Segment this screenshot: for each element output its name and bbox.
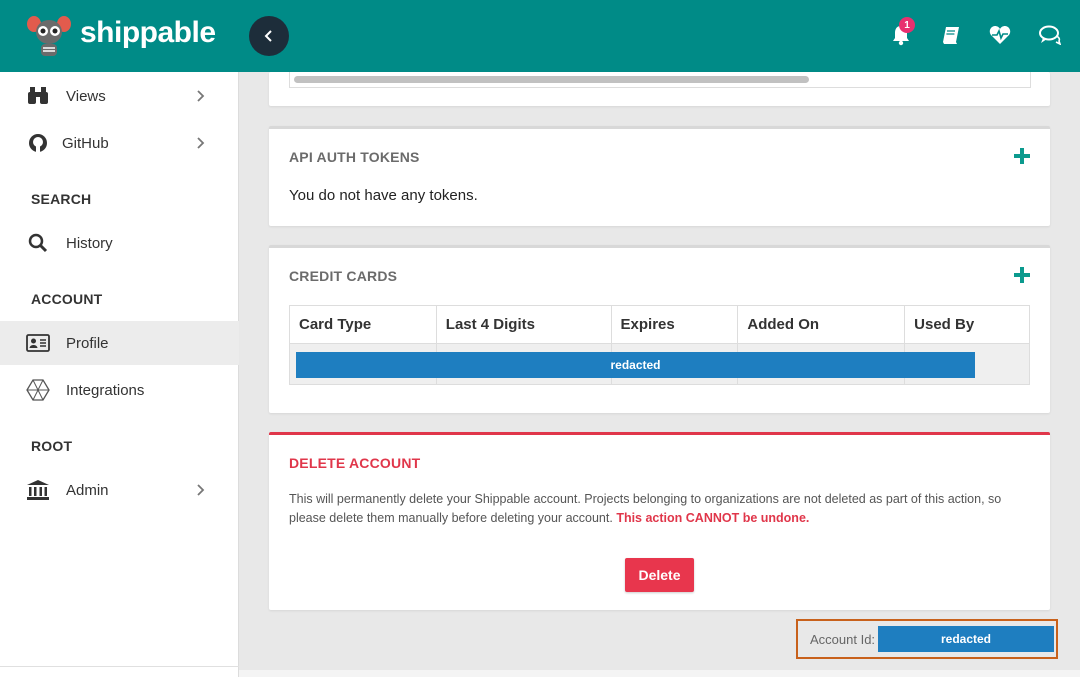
- chevron-left-icon: [264, 30, 272, 42]
- polyhedron-icon: [26, 379, 50, 401]
- chat-button[interactable]: [1037, 22, 1063, 48]
- chat-icon: [1039, 25, 1061, 45]
- binoculars-icon: [26, 85, 50, 107]
- top-header: shippable 1: [0, 0, 1080, 72]
- bank-icon: [26, 479, 50, 501]
- collapse-sidebar-button[interactable]: [249, 16, 289, 56]
- sidebar: Views GitHub SEARCH History ACCOUNT Prof…: [0, 72, 239, 677]
- credit-cards-card: CREDIT CARDS Card Type Last 4 Digits Exp…: [269, 245, 1050, 413]
- delete-account-card: DELETE ACCOUNT This will permanently del…: [269, 432, 1050, 610]
- sidebar-item-admin[interactable]: Admin: [0, 468, 239, 512]
- table-header-row: Card Type Last 4 Digits Expires Added On…: [289, 305, 1030, 345]
- heartbeat-icon: [989, 26, 1011, 44]
- delete-account-title: DELETE ACCOUNT: [289, 455, 421, 471]
- docs-button[interactable]: [938, 22, 964, 48]
- notification-count-badge: 1: [899, 17, 915, 33]
- api-auth-tokens-card: API AUTH TOKENS You do not have any toke…: [269, 126, 1050, 226]
- sidebar-item-integrations[interactable]: Integrations: [0, 368, 239, 412]
- add-token-plus-icon[interactable]: [1014, 148, 1030, 164]
- credit-cards-title: CREDIT CARDS: [289, 268, 398, 284]
- sidebar-item-label: History: [66, 234, 113, 252]
- redacted-card-row: redacted: [296, 352, 975, 378]
- section-heading-search: SEARCH: [31, 191, 92, 207]
- book-icon: [943, 27, 959, 44]
- sidebar-item-label: Integrations: [66, 381, 145, 399]
- chevron-right-icon: [197, 137, 205, 149]
- status-button[interactable]: [987, 22, 1013, 48]
- column-header-added-on: Added On: [737, 305, 906, 345]
- page-footer: [239, 670, 1080, 677]
- account-id-label: Account Id:: [810, 632, 876, 647]
- search-icon: [26, 232, 50, 254]
- shippable-logo-icon[interactable]: [26, 14, 72, 58]
- delete-warning-text: This action CANNOT be undone.: [616, 511, 810, 525]
- sidebar-item-profile[interactable]: Profile: [0, 321, 239, 365]
- tokens-empty-message: You do not have any tokens.: [289, 187, 478, 204]
- sidebar-item-label: Admin: [66, 481, 109, 499]
- api-auth-tokens-title: API AUTH TOKENS: [289, 149, 420, 165]
- brand-name[interactable]: shippable: [80, 16, 216, 50]
- id-card-icon: [26, 332, 50, 354]
- sidebar-item-label: Profile: [66, 334, 109, 352]
- delete-account-description: This will permanently delete your Shippa…: [289, 490, 1029, 528]
- delete-account-button[interactable]: Delete: [625, 558, 694, 592]
- column-header-card-type: Card Type: [289, 305, 437, 345]
- sidebar-item-views[interactable]: Views: [0, 74, 239, 118]
- section-heading-account: ACCOUNT: [31, 291, 103, 307]
- column-header-expires: Expires: [611, 305, 739, 345]
- chevron-right-icon: [197, 90, 205, 102]
- sidebar-item-github[interactable]: GitHub: [0, 121, 239, 165]
- chevron-right-icon: [197, 484, 205, 496]
- sidebar-item-label: Views: [66, 87, 106, 105]
- account-id-box: Account Id: redacted: [796, 619, 1058, 659]
- horizontal-scrollbar-thumb[interactable]: [294, 76, 809, 83]
- sidebar-item-history[interactable]: History: [0, 221, 239, 265]
- github-icon: [26, 132, 50, 154]
- account-id-value: redacted: [878, 626, 1054, 652]
- column-header-used-by: Used By: [904, 305, 1030, 345]
- horizontal-scroll-area: [289, 72, 1031, 88]
- sidebar-item-label: GitHub: [62, 134, 109, 152]
- column-header-last-4-digits: Last 4 Digits: [436, 305, 612, 345]
- add-credit-card-plus-icon[interactable]: [1014, 267, 1030, 283]
- section-heading-root: ROOT: [31, 438, 73, 454]
- previous-section-card: [269, 72, 1050, 106]
- sidebar-divider: [0, 666, 239, 667]
